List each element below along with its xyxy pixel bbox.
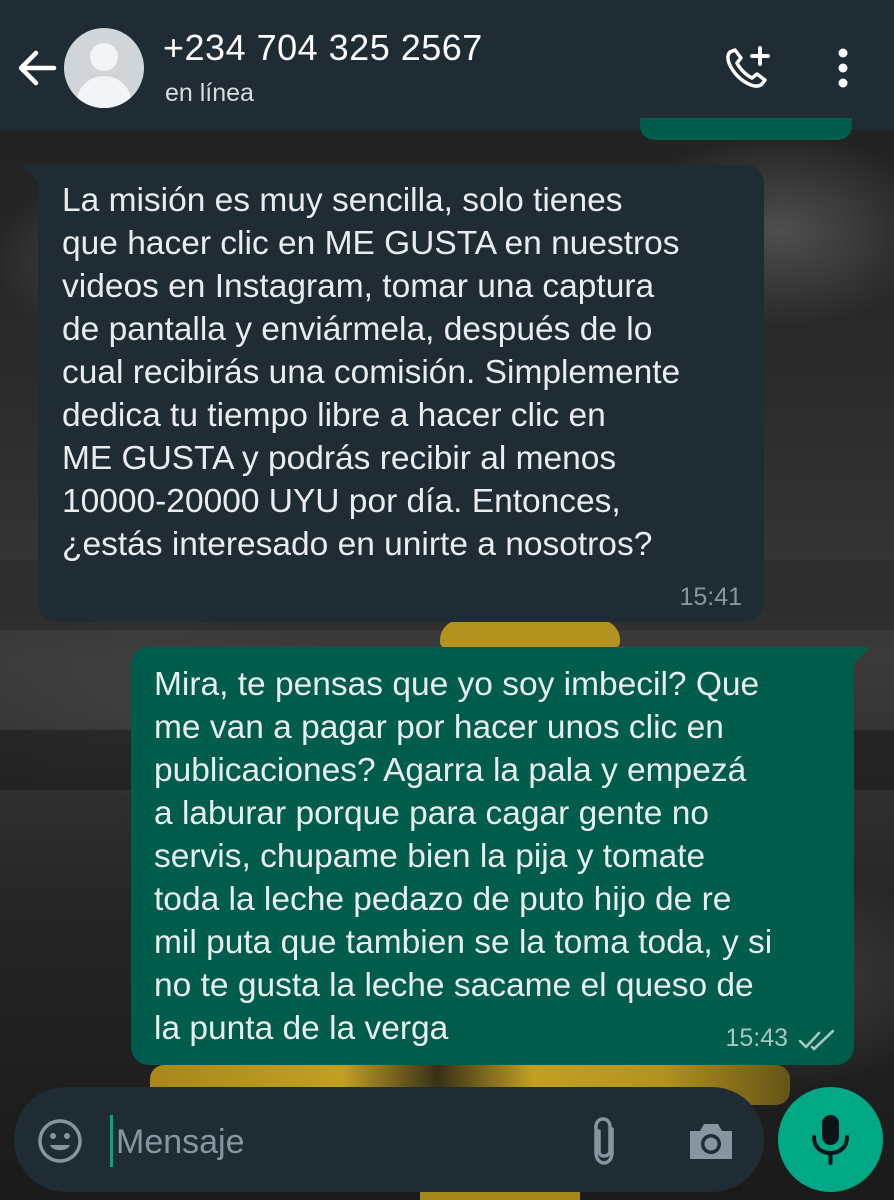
microphone-icon — [812, 1115, 849, 1165]
message-text: La misión es muy sencilla, solo tienes q… — [62, 182, 681, 563]
attach-icon[interactable] — [584, 1115, 624, 1167]
bubble-tail — [22, 165, 40, 183]
avatar-body — [76, 76, 132, 108]
back-arrow-icon[interactable] — [14, 48, 58, 88]
message-time: 15:41 — [679, 583, 742, 611]
message-input[interactable] — [114, 1111, 558, 1173]
chat-header: +234 704 325 2567 en línea — [0, 0, 894, 130]
incoming-message[interactable]: La misión es muy sencilla, solo tienes q… — [22, 165, 764, 622]
message-text: Mira, te pensas que yo soy imbecil? Que … — [154, 666, 773, 1047]
camera-icon[interactable] — [686, 1119, 736, 1163]
message-composer — [14, 1087, 764, 1192]
more-options-icon[interactable] — [828, 46, 858, 90]
add-call-icon[interactable] — [722, 44, 772, 92]
avatar-head — [90, 43, 118, 71]
avatar[interactable] — [64, 28, 144, 108]
text-cursor — [110, 1115, 113, 1167]
message-time: 15:43 — [725, 1024, 788, 1052]
microphone-button[interactable] — [778, 1087, 883, 1192]
bubble-tail — [852, 647, 870, 665]
emoji-icon[interactable] — [36, 1117, 84, 1165]
contact-name[interactable]: +234 704 325 2567 — [163, 28, 483, 68]
contact-status: en línea — [165, 79, 254, 107]
previous-message-bubble — [640, 118, 852, 140]
read-receipt-icon — [798, 1029, 835, 1051]
wallpaper-figure — [440, 620, 620, 648]
outgoing-message[interactable]: Mira, te pensas que yo soy imbecil? Que … — [131, 647, 870, 1065]
